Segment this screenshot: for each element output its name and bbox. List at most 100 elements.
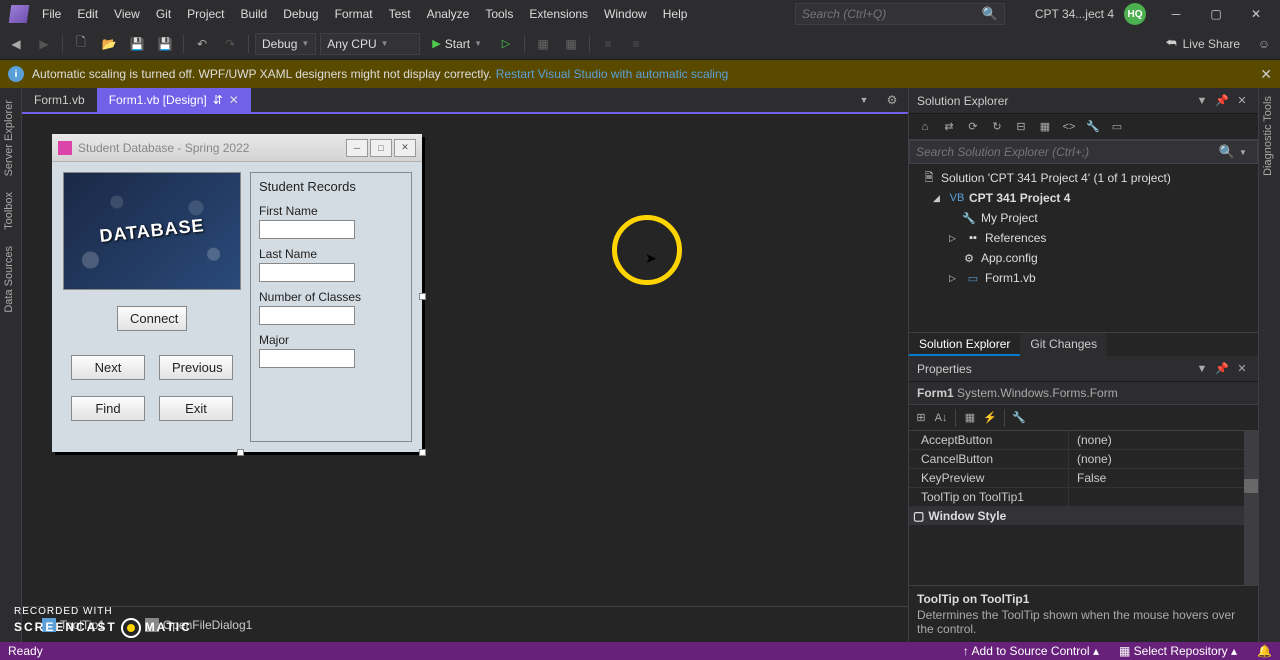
props-scroll-thumb[interactable] <box>1244 479 1258 493</box>
prop-value[interactable]: (none) <box>1069 431 1258 449</box>
tabs-gear-icon[interactable]: ⚙ <box>880 88 904 112</box>
nav-back-icon[interactable]: ◀ <box>4 32 28 56</box>
se-switch-icon[interactable]: ⇄ <box>941 119 957 135</box>
tab-form1-design[interactable]: Form1.vb [Design] ⇵ ✕ <box>97 88 251 112</box>
add-source-control[interactable]: ↑ Add to Source Control ▴ <box>963 644 1099 658</box>
tree-form1[interactable]: ▷▭Form1.vb <box>909 268 1258 288</box>
alphabetical-icon[interactable]: A↓ <box>933 410 949 426</box>
next-button[interactable]: Next <box>71 355 145 380</box>
props-close-icon[interactable]: ✕ <box>1234 361 1250 377</box>
events-icon[interactable]: ⚡ <box>982 410 998 426</box>
connect-button[interactable]: Connect <box>117 306 187 331</box>
new-project-icon[interactable]: 🗋 <box>69 32 93 56</box>
select-repository[interactable]: ▦ Select Repository ▴ <box>1119 644 1237 658</box>
chevron-right-icon[interactable]: ▷ <box>949 233 961 244</box>
rail-toolbox[interactable]: Toolbox <box>0 184 21 238</box>
save-icon[interactable]: 💾 <box>125 32 149 56</box>
se-search[interactable]: 🔍 ▼ <box>909 140 1258 164</box>
tree-appconfig[interactable]: ⚙App.config <box>909 248 1258 268</box>
rail-data-sources[interactable]: Data Sources <box>0 238 21 321</box>
config-dropdown[interactable]: Debug▼ <box>255 33 316 55</box>
tab-git-changes[interactable]: Git Changes <box>1020 333 1107 356</box>
liveshare-button[interactable]: ⮪ Live Share <box>1165 36 1240 51</box>
menu-extensions[interactable]: Extensions <box>521 3 596 25</box>
props-misc-icon[interactable]: 🔧 <box>1011 410 1027 426</box>
menu-project[interactable]: Project <box>179 3 232 25</box>
se-viewcode-icon[interactable]: <> <box>1061 119 1077 135</box>
tree-myproject[interactable]: 🔧My Project <box>909 208 1258 228</box>
se-close-icon[interactable]: ✕ <box>1234 93 1250 109</box>
se-props-icon[interactable]: 🔧 <box>1085 119 1101 135</box>
chevron-down-icon[interactable]: ◢ <box>933 193 945 204</box>
form-min-icon[interactable]: ─ <box>346 139 368 157</box>
undo-icon[interactable]: ↶ <box>190 32 214 56</box>
menu-debug[interactable]: Debug <box>275 3 326 25</box>
se-showall-icon[interactable]: ▦ <box>1037 119 1053 135</box>
last-name-input[interactable] <box>259 263 355 282</box>
save-all-icon[interactable]: 💾 <box>153 32 177 56</box>
chevron-right-icon[interactable]: ▷ <box>949 273 961 284</box>
exit-button[interactable]: Exit <box>159 396 233 421</box>
props-page-icon[interactable]: ▦ <box>962 410 978 426</box>
global-search-input[interactable] <box>802 7 982 21</box>
form-max-icon[interactable]: □ <box>370 139 392 157</box>
props-pin-icon[interactable]: 📌 <box>1214 361 1230 377</box>
menu-file[interactable]: File <box>34 3 69 25</box>
menu-window[interactable]: Window <box>596 3 655 25</box>
se-preview-icon[interactable]: ▭ <box>1109 119 1125 135</box>
minimize-button[interactable]: ─ <box>1156 0 1196 28</box>
tabs-dropdown-icon[interactable]: ▼ <box>852 88 876 112</box>
align-icon-2[interactable]: ≡ <box>624 32 648 56</box>
tree-solution[interactable]: 🗎Solution 'CPT 341 Project 4' (1 of 1 pr… <box>909 168 1258 188</box>
tb-icon-2[interactable]: ▦ <box>559 32 583 56</box>
menu-help[interactable]: Help <box>655 3 696 25</box>
start-debug-button[interactable]: ▶Start▼ <box>424 32 490 56</box>
se-dropdown-icon[interactable]: ▼ <box>1194 93 1210 109</box>
form-mock[interactable]: Student Database - Spring 2022 ─ □ ✕ Con… <box>52 134 422 452</box>
se-refresh-icon[interactable]: ↻ <box>989 119 1005 135</box>
classes-input[interactable] <box>259 306 355 325</box>
se-search-dd-icon[interactable]: ▼ <box>1235 144 1251 160</box>
info-restart-link[interactable]: Restart Visual Studio with automatic sca… <box>496 67 729 81</box>
platform-dropdown[interactable]: Any CPU▼ <box>320 33 420 55</box>
user-avatar[interactable]: HQ <box>1124 3 1146 25</box>
pin-icon[interactable]: ⇵ <box>213 93 223 107</box>
menu-test[interactable]: Test <box>381 3 419 25</box>
prop-value[interactable] <box>1069 488 1258 506</box>
rail-server-explorer[interactable]: Server Explorer <box>0 92 21 184</box>
se-search-input[interactable] <box>916 145 1219 159</box>
tab-form1-code[interactable]: Form1.vb <box>22 88 97 112</box>
props-grid[interactable]: AcceptButton(none) CancelButton(none) Ke… <box>909 431 1258 585</box>
prop-value[interactable]: (none) <box>1069 450 1258 468</box>
rail-diagnostic-tools[interactable]: Diagnostic Tools <box>1259 88 1277 184</box>
form-designer[interactable]: Student Database - Spring 2022 ─ □ ✕ Con… <box>22 114 908 606</box>
props-object-selector[interactable]: Form1 System.Windows.Forms.Form <box>909 382 1258 405</box>
previous-button[interactable]: Previous <box>159 355 233 380</box>
tree-references[interactable]: ▷▪▪References <box>909 228 1258 248</box>
tb-icon-1[interactable]: ▦ <box>531 32 555 56</box>
menu-edit[interactable]: Edit <box>69 3 106 25</box>
info-close-icon[interactable]: ✕ <box>1260 66 1272 83</box>
menu-build[interactable]: Build <box>233 3 276 25</box>
se-home-icon[interactable]: ⌂ <box>917 119 933 135</box>
feedback-icon[interactable]: ☺ <box>1252 32 1276 56</box>
se-collapse-icon[interactable]: ⊟ <box>1013 119 1029 135</box>
major-input[interactable] <box>259 349 355 368</box>
props-dropdown-icon[interactable]: ▼ <box>1194 361 1210 377</box>
tree-project[interactable]: ◢VBCPT 341 Project 4 <box>909 188 1258 208</box>
first-name-input[interactable] <box>259 220 355 239</box>
start-nodebug-icon[interactable]: ▷ <box>494 32 518 56</box>
se-sync-icon[interactable]: ⟳ <box>965 119 981 135</box>
menu-analyze[interactable]: Analyze <box>419 3 478 25</box>
redo-icon[interactable]: ↷ <box>218 32 242 56</box>
prop-value[interactable]: False <box>1069 469 1258 487</box>
close-button[interactable]: ✕ <box>1236 0 1276 28</box>
categorized-icon[interactable]: ⊞ <box>913 410 929 426</box>
global-search[interactable]: 🔍 <box>795 3 1005 25</box>
menu-view[interactable]: View <box>106 3 148 25</box>
open-icon[interactable]: 📂 <box>97 32 121 56</box>
menu-format[interactable]: Format <box>327 3 381 25</box>
collapse-icon[interactable]: ▢ <box>913 509 924 523</box>
form-close-icon[interactable]: ✕ <box>394 139 416 157</box>
menu-tools[interactable]: Tools <box>477 3 521 25</box>
